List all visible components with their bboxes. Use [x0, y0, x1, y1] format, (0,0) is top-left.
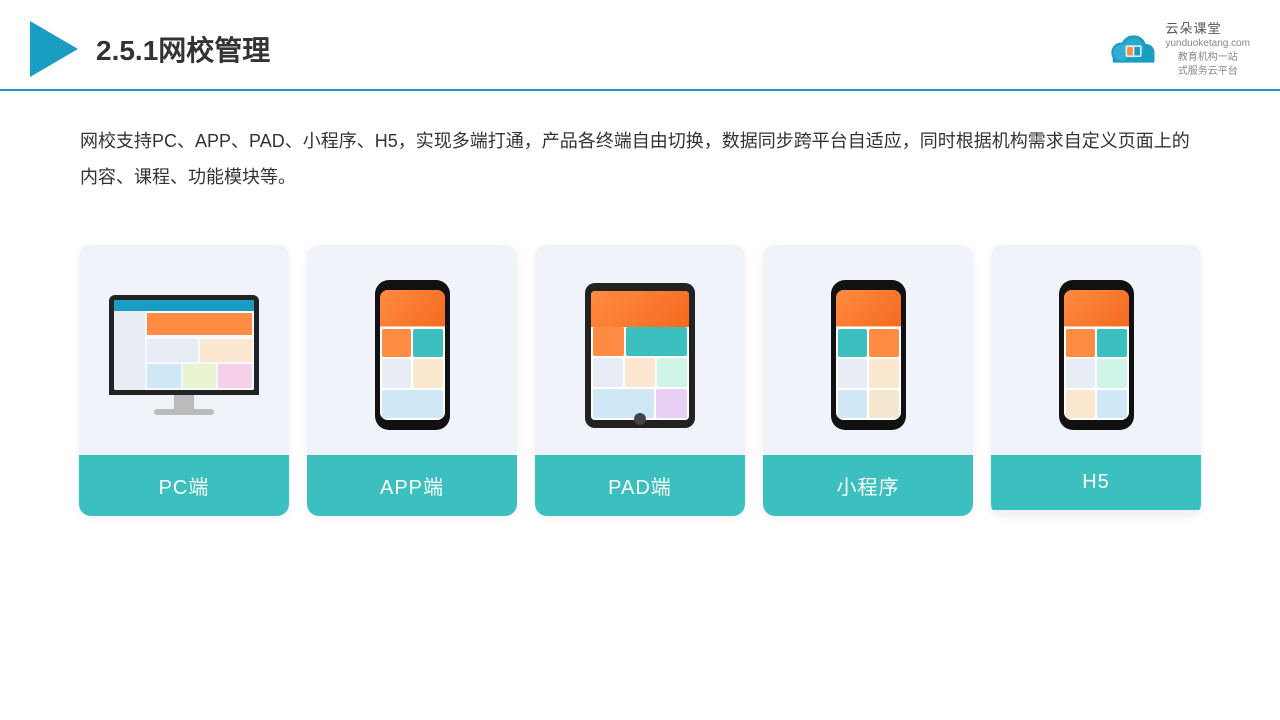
- card-pc-image: [79, 245, 289, 455]
- card-h5-image: [991, 245, 1201, 455]
- card-pc: PC端: [79, 245, 289, 516]
- brand-logo: 云朵课堂 yunduoketang.com 教育机构一站 式服务云平台: [1100, 18, 1250, 79]
- phone-h5-icon: [1059, 280, 1134, 430]
- brand-name: 云朵课堂: [1165, 18, 1250, 37]
- card-pad: PAD端: [535, 245, 745, 516]
- brand-domain: yunduoketang.com: [1165, 37, 1250, 51]
- phone-app-icon: [375, 280, 450, 430]
- card-miniapp-label: 小程序: [763, 455, 973, 516]
- card-h5: H5: [991, 245, 1201, 516]
- card-pad-label: PAD端: [535, 455, 745, 516]
- description-paragraph: 网校支持PC、APP、PAD、小程序、H5，实现多端打通，产品各终端自由切换，数…: [80, 123, 1200, 195]
- card-app-label: APP端: [307, 455, 517, 516]
- card-pad-image: [535, 245, 745, 455]
- header: 2.5.1网校管理 云朵课堂 yunduoketang.com 教育机构一站: [0, 0, 1280, 91]
- cards-container: PC端: [0, 215, 1280, 546]
- card-app-image: [307, 245, 517, 455]
- cloud-icon: [1100, 31, 1160, 67]
- brand-tagline: 教育机构一站 式服务云平台: [1165, 51, 1250, 79]
- logo-triangle-icon: [30, 21, 78, 77]
- pc-monitor-icon: [109, 295, 259, 415]
- phone-miniapp-icon: [831, 280, 906, 430]
- description-text: 网校支持PC、APP、PAD、小程序、H5，实现多端打通，产品各终端自由切换，数…: [0, 91, 1280, 205]
- header-left: 2.5.1网校管理: [30, 21, 270, 77]
- tablet-pad-icon: [585, 283, 695, 428]
- page-title: 2.5.1网校管理: [96, 29, 270, 69]
- brand-logo-icon: 云朵课堂 yunduoketang.com 教育机构一站 式服务云平台: [1100, 18, 1250, 79]
- card-h5-label: H5: [991, 455, 1201, 510]
- card-pc-label: PC端: [79, 455, 289, 516]
- card-miniapp-image: [763, 245, 973, 455]
- brand-text-group: 云朵课堂 yunduoketang.com 教育机构一站 式服务云平台: [1165, 18, 1250, 79]
- card-miniapp: 小程序: [763, 245, 973, 516]
- card-app: APP端: [307, 245, 517, 516]
